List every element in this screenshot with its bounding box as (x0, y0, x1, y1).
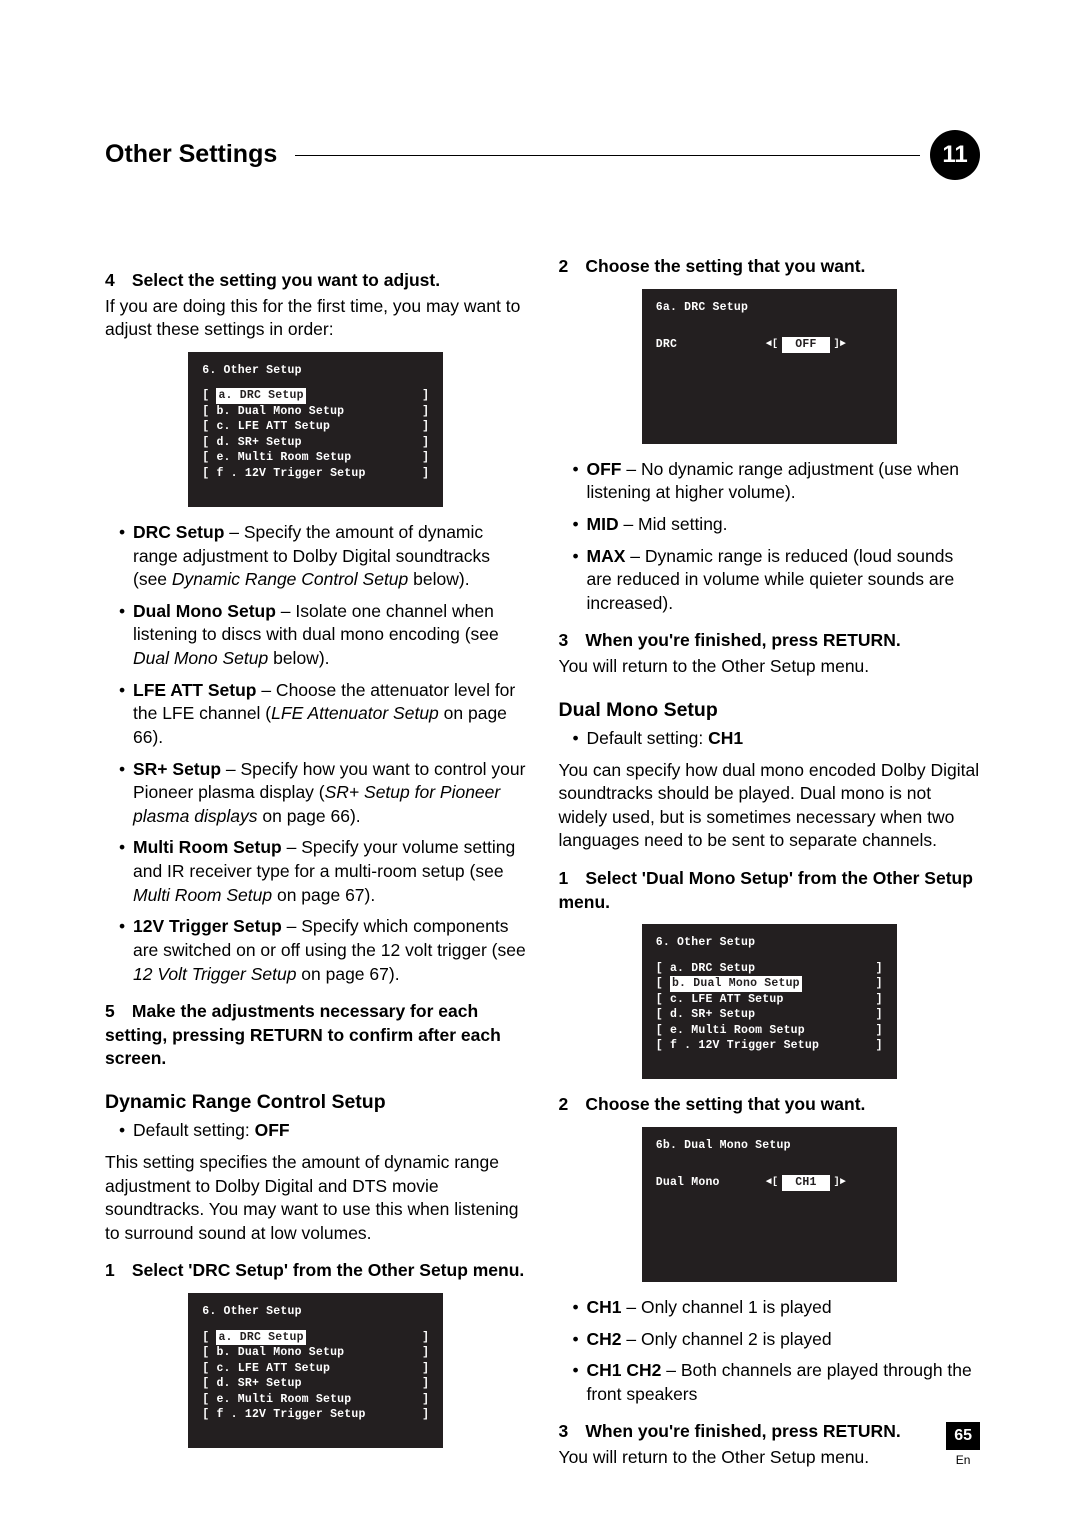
osd-screen: 6a. DRC SetupDRC◄[ OFF ]► (642, 289, 897, 444)
osd-screen: 6. Other Setup[ a. DRC Setup][ b. Dual M… (642, 924, 897, 1079)
dm-option: CH2 – Only channel 2 is played (573, 1328, 981, 1352)
right-column: 2 Choose the setting that you want. 6a. … (559, 255, 981, 1476)
osd-other-setup-1: 6. Other Setup[ a. DRC Setup][ b. Dual M… (105, 352, 527, 507)
drc-return-line: You will return to the Other Setup menu. (559, 655, 981, 679)
dm-step-3: 3 When you're finished, press RETURN. (559, 1420, 981, 1444)
step-4: 4 Select the setting you want to adjust. (105, 269, 527, 293)
dm-step-1: 1 Select 'Dual Mono Setup' from the Othe… (559, 867, 981, 914)
drc-step-2: 2 Choose the setting that you want. (559, 255, 981, 279)
osd-drc-value: 6a. DRC SetupDRC◄[ OFF ]► (559, 289, 981, 444)
dm-option: CH1 – Only channel 1 is played (573, 1296, 981, 1320)
left-column: 4 Select the setting you want to adjust.… (105, 255, 527, 1476)
page-number: 65 (946, 1422, 980, 1450)
heading-drc: Dynamic Range Control Setup (105, 1089, 527, 1115)
drc-step-3: 3 When you're finished, press RETURN. (559, 629, 981, 653)
osd-other-setup-2: 6. Other Setup[ a. DRC Setup][ b. Dual M… (105, 1293, 527, 1448)
setup-bullet: Multi Room Setup – Specify your volume s… (119, 836, 527, 907)
dm-default: Default setting: CH1 (559, 727, 981, 751)
dm-body: You can specify how dual mono encoded Do… (559, 759, 981, 854)
osd-other-setup-3: 6. Other Setup[ a. DRC Setup][ b. Dual M… (559, 924, 981, 1079)
chapter-number-badge: 11 (930, 130, 980, 180)
setup-bullet: 12V Trigger Setup – Specify which compon… (119, 915, 527, 986)
setup-bullet: SR+ Setup – Specify how you want to cont… (119, 758, 527, 829)
step-5: 5 Make the adjustments necessary for eac… (105, 1000, 527, 1071)
drc-options-list: OFF – No dynamic range adjustment (use w… (559, 458, 981, 616)
heading-dual-mono: Dual Mono Setup (559, 697, 981, 723)
osd-screen: 6. Other Setup[ a. DRC Setup][ b. Dual M… (188, 352, 443, 507)
osd-screen: 6b. Dual Mono SetupDual Mono◄[ CH1 ]► (642, 1127, 897, 1282)
chapter-header: Other Settings 11 (105, 130, 980, 180)
setup-descriptions-list: DRC Setup – Specify the amount of dynami… (105, 521, 527, 986)
step-4-body: If you are doing this for the first time… (105, 295, 527, 342)
drc-option: OFF – No dynamic range adjustment (use w… (573, 458, 981, 505)
drc-option: MAX – Dynamic range is reduced (loud sou… (573, 545, 981, 616)
two-column-layout: 4 Select the setting you want to adjust.… (105, 255, 980, 1476)
page-lang: En (946, 1452, 980, 1468)
drc-step-1: 1 Select 'DRC Setup' from the Other Setu… (105, 1259, 527, 1283)
dm-option: CH1 CH2 – Both channels are played throu… (573, 1359, 981, 1406)
dm-step-2: 2 Choose the setting that you want. (559, 1093, 981, 1117)
setup-bullet: Dual Mono Setup – Isolate one channel wh… (119, 600, 527, 671)
osd-screen: 6. Other Setup[ a. DRC Setup][ b. Dual M… (188, 1293, 443, 1448)
drc-default: Default setting: OFF (105, 1119, 527, 1143)
setup-bullet: LFE ATT Setup – Choose the attenuator le… (119, 679, 527, 750)
osd-dm-value: 6b. Dual Mono SetupDual Mono◄[ CH1 ]► (559, 1127, 981, 1282)
chapter-title: Other Settings (105, 138, 277, 172)
dm-options-list: CH1 – Only channel 1 is played CH2 – Only… (559, 1296, 981, 1407)
drc-body: This setting specifies the amount of dyn… (105, 1151, 527, 1246)
dm-return-line: You will return to the Other Setup menu. (559, 1446, 981, 1470)
setup-bullet: DRC Setup – Specify the amount of dynami… (119, 521, 527, 592)
drc-option: MID – Mid setting. (573, 513, 981, 537)
page-footer: 65 En (946, 1422, 980, 1468)
header-divider (295, 155, 920, 156)
